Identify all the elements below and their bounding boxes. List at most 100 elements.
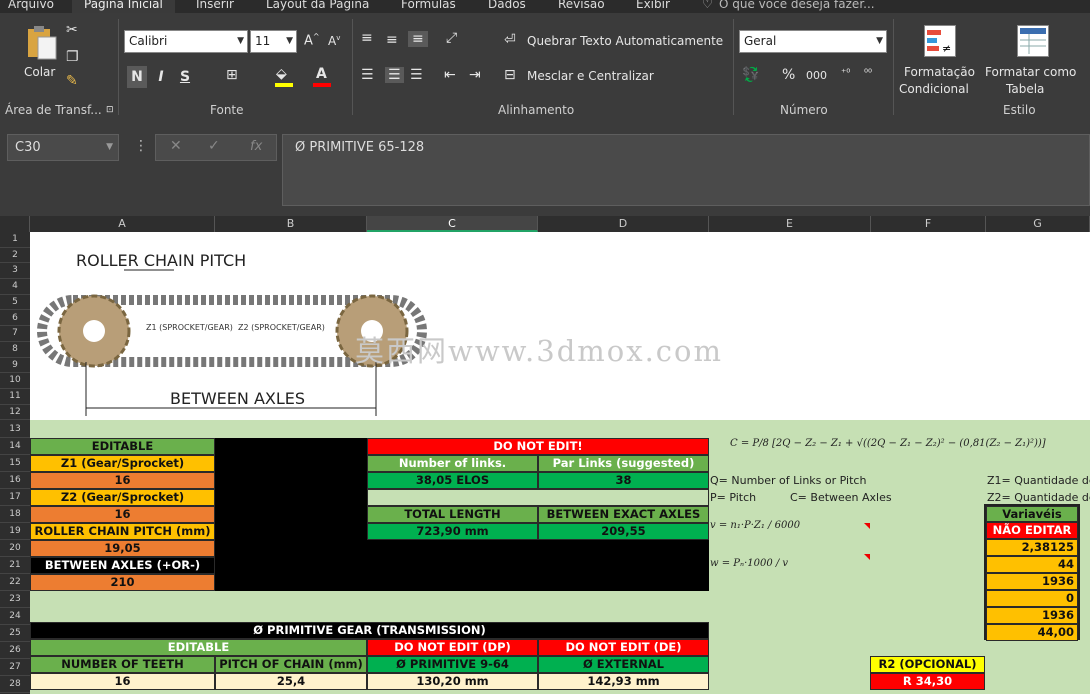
pitch-input[interactable]: 19,05 bbox=[30, 540, 215, 557]
format-table-label-1[interactable]: Formatar como bbox=[985, 65, 1076, 79]
italic-button[interactable]: I bbox=[151, 66, 171, 88]
column-header-g[interactable]: G bbox=[986, 216, 1090, 232]
row-header[interactable]: 9 bbox=[0, 358, 30, 374]
percent-icon[interactable]: % bbox=[782, 67, 795, 83]
row-header[interactable]: 23 bbox=[0, 591, 30, 608]
shrink-font-icon[interactable]: Av bbox=[328, 34, 340, 48]
select-all-corner[interactable] bbox=[0, 216, 30, 232]
row-header[interactable]: 25 bbox=[0, 625, 30, 642]
tab-dados[interactable]: Dados bbox=[488, 0, 526, 13]
row-header[interactable]: 21 bbox=[0, 557, 30, 574]
cancel-icon[interactable]: ✕ bbox=[170, 138, 182, 154]
format-table-icon[interactable] bbox=[1017, 25, 1049, 57]
insert-function-button[interactable]: fx bbox=[250, 139, 262, 154]
tab-revisao[interactable]: Revisão bbox=[558, 0, 605, 13]
row-header[interactable]: 19 bbox=[0, 523, 30, 540]
column-header-b[interactable]: B bbox=[215, 216, 367, 232]
row-header[interactable]: 15 bbox=[0, 455, 30, 472]
merge-center-button[interactable]: Mesclar e Centralizar bbox=[527, 69, 654, 83]
enter-icon[interactable]: ✓ bbox=[208, 138, 220, 154]
align-right-icon[interactable]: ☰ bbox=[410, 67, 423, 83]
row-header[interactable]: 26 bbox=[0, 642, 30, 659]
row-header[interactable]: 7 bbox=[0, 326, 30, 342]
font-name-select[interactable]: Calibri ▼ bbox=[124, 30, 248, 53]
thousands-icon[interactable]: 000 bbox=[806, 69, 827, 82]
align-left-icon[interactable]: ☰ bbox=[361, 67, 374, 83]
row-header[interactable]: 10 bbox=[0, 373, 30, 389]
merge-center-icon[interactable]: ⊟ bbox=[504, 67, 516, 83]
align-center-icon[interactable]: ☰ bbox=[385, 67, 404, 83]
font-size-select[interactable]: 11 ▼ bbox=[250, 30, 297, 53]
tab-inserir[interactable]: Inserir bbox=[196, 0, 234, 13]
row-header[interactable]: 12 bbox=[0, 405, 30, 421]
decrease-decimal-icon[interactable]: ⁰⁰ bbox=[864, 68, 872, 79]
currency-icon[interactable]: 💱 bbox=[742, 67, 759, 83]
row-header[interactable]: 27 bbox=[0, 659, 30, 676]
tab-arquivo[interactable]: Arquivo bbox=[8, 0, 54, 13]
bold-button[interactable]: N bbox=[127, 66, 147, 88]
column-header-e[interactable]: E bbox=[709, 216, 871, 232]
format-painter-icon[interactable]: ✎ bbox=[66, 73, 78, 89]
fill-color-icon[interactable]: ⬙ bbox=[276, 66, 287, 82]
wrap-text-icon[interactable]: ⏎ bbox=[504, 32, 516, 48]
increase-indent-icon[interactable]: ⇥ bbox=[469, 67, 481, 83]
formula-input[interactable]: Ø PRIMITIVE 65-128 bbox=[282, 134, 1090, 206]
tell-me-input[interactable]: O que você deseja fazer... bbox=[719, 0, 875, 13]
row-header[interactable]: 1 bbox=[0, 232, 30, 248]
conditional-format-icon[interactable]: ≠ bbox=[924, 25, 956, 57]
row-header[interactable]: 8 bbox=[0, 342, 30, 358]
conditional-format-label-1[interactable]: Formatação bbox=[904, 65, 975, 79]
paste-icon[interactable] bbox=[22, 25, 58, 61]
row-header[interactable]: 22 bbox=[0, 574, 30, 591]
tab-pagina-inicial[interactable]: Página Inicial bbox=[72, 0, 175, 13]
row-header[interactable]: 17 bbox=[0, 489, 30, 506]
column-header-c[interactable]: C bbox=[367, 216, 538, 232]
row-header[interactable]: 11 bbox=[0, 389, 30, 405]
tab-exibir[interactable]: Exibir bbox=[636, 0, 670, 13]
teeth-input[interactable]: 16 bbox=[30, 673, 215, 690]
row-header[interactable]: 16 bbox=[0, 472, 30, 489]
cut-icon[interactable]: ✂ bbox=[66, 22, 78, 38]
row-header[interactable]: 14 bbox=[0, 438, 30, 455]
comment-indicator[interactable] bbox=[864, 523, 870, 529]
worksheet-grid[interactable]: ROLLER CHAIN PITCH Z1 (SPROCKET/GEAR) Z2… bbox=[30, 232, 1090, 694]
number-format-select[interactable]: Geral ▼ bbox=[739, 30, 887, 53]
row-header[interactable]: 4 bbox=[0, 279, 30, 295]
row-header[interactable]: 13 bbox=[0, 421, 30, 438]
font-color-icon[interactable]: A bbox=[316, 66, 327, 82]
tab-layout[interactable]: Layout da Página bbox=[266, 0, 369, 13]
grow-font-icon[interactable]: A^ bbox=[304, 32, 320, 48]
row-header[interactable]: 3 bbox=[0, 263, 30, 280]
z1-input[interactable]: 16 bbox=[30, 472, 215, 489]
align-top-icon[interactable]: ≡ bbox=[361, 30, 373, 46]
axles-input[interactable]: 210 bbox=[30, 574, 215, 591]
row-header[interactable]: 2 bbox=[0, 248, 30, 264]
copy-icon[interactable]: ❐ bbox=[66, 49, 79, 65]
comment-indicator[interactable] bbox=[864, 554, 870, 560]
dialog-launcher-icon[interactable]: ⊡ bbox=[106, 105, 114, 115]
column-header-f[interactable]: F bbox=[871, 216, 986, 232]
row-header[interactable]: 18 bbox=[0, 506, 30, 523]
z2-input[interactable]: 16 bbox=[30, 506, 215, 523]
underline-button[interactable]: S bbox=[175, 66, 195, 88]
orientation-icon[interactable]: ⤢ bbox=[446, 30, 457, 46]
format-table-label-2[interactable]: Tabela bbox=[1006, 82, 1044, 96]
row-header[interactable]: 5 bbox=[0, 295, 30, 311]
column-header-a[interactable]: A bbox=[30, 216, 215, 232]
column-header-d[interactable]: D bbox=[538, 216, 709, 232]
tab-formulas[interactable]: Fórmulas bbox=[401, 0, 456, 13]
borders-icon[interactable]: ⊞ bbox=[226, 67, 238, 83]
increase-decimal-icon[interactable]: ⁺⁰ bbox=[841, 68, 850, 79]
row-header[interactable]: 24 bbox=[0, 608, 30, 625]
row-header[interactable]: 6 bbox=[0, 311, 30, 327]
row-header[interactable]: 20 bbox=[0, 540, 30, 557]
decrease-indent-icon[interactable]: ⇤ bbox=[444, 67, 456, 83]
align-middle-icon[interactable]: ≡ bbox=[386, 32, 398, 48]
conditional-format-label-2[interactable]: Condicional bbox=[899, 82, 969, 96]
more-options-icon[interactable]: ⋮ bbox=[134, 138, 148, 154]
paste-button[interactable]: Colar bbox=[24, 65, 55, 79]
align-bottom-icon[interactable]: ≡ bbox=[408, 31, 428, 47]
wrap-text-button[interactable]: Quebrar Texto Automaticamente bbox=[527, 34, 723, 48]
name-box[interactable]: C30 ▼ bbox=[7, 134, 119, 161]
chain-pitch-input[interactable]: 25,4 bbox=[215, 673, 367, 690]
